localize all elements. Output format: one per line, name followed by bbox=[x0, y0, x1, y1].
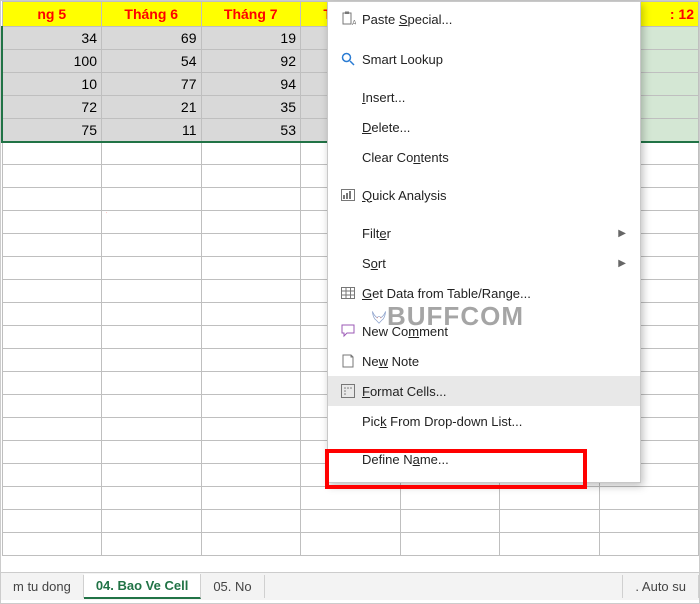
menu-format-cells[interactable]: Format Cells... bbox=[328, 376, 640, 406]
menu-new-comment[interactable]: New Comment bbox=[328, 316, 640, 346]
search-icon bbox=[334, 51, 362, 67]
empty-row[interactable] bbox=[2, 510, 699, 533]
menu-label: Smart Lookup bbox=[362, 52, 626, 67]
sheet-tabs: m tu dong 04. Bao Ve Cell 05. No . Auto … bbox=[1, 572, 699, 600]
menu-label: Quick Analysis bbox=[362, 188, 626, 203]
menu-quick-analysis[interactable]: Quick Analysis bbox=[328, 180, 640, 210]
col-header[interactable]: Tháng 6 bbox=[102, 2, 202, 27]
cell[interactable]: 69 bbox=[102, 27, 202, 50]
menu-define-name[interactable]: Define Name... bbox=[328, 444, 640, 474]
menu-label: Filter bbox=[362, 226, 618, 241]
empty-row[interactable] bbox=[2, 487, 699, 510]
menu-filter[interactable]: Filter ▶ bbox=[328, 218, 640, 248]
menu-label: Delete... bbox=[362, 120, 626, 135]
sheet-tab[interactable]: m tu dong bbox=[1, 575, 84, 598]
comment-icon bbox=[334, 323, 362, 339]
menu-label: Get Data from Table/Range... bbox=[362, 286, 626, 301]
menu-get-data[interactable]: Get Data from Table/Range... bbox=[328, 278, 640, 308]
cell[interactable]: 75 bbox=[2, 119, 102, 142]
cell[interactable]: 21 bbox=[102, 96, 202, 119]
menu-label: Clear Contents bbox=[362, 150, 626, 165]
cell[interactable]: 92 bbox=[201, 50, 301, 73]
chevron-right-icon: ▶ bbox=[618, 258, 626, 269]
cell[interactable]: 100 bbox=[2, 50, 102, 73]
menu-delete[interactable]: Delete... bbox=[328, 112, 640, 142]
context-menu: A Paste Special... Smart Lookup Insert..… bbox=[327, 1, 641, 483]
cell[interactable]: 10 bbox=[2, 73, 102, 96]
cell[interactable]: 19 bbox=[201, 27, 301, 50]
cell[interactable]: 72 bbox=[2, 96, 102, 119]
menu-label: Pick From Drop-down List... bbox=[362, 414, 626, 429]
menu-label: Insert... bbox=[362, 90, 626, 105]
menu-label: Format Cells... bbox=[362, 384, 626, 399]
menu-pick-from-list[interactable]: Pick From Drop-down List... bbox=[328, 406, 640, 436]
note-icon bbox=[334, 353, 362, 369]
col-header[interactable]: ng 5 bbox=[2, 2, 102, 27]
menu-smart-lookup[interactable]: Smart Lookup bbox=[328, 44, 640, 74]
cell[interactable]: 34 bbox=[2, 27, 102, 50]
menu-label: Define Name... bbox=[362, 452, 626, 467]
sheet-tab[interactable]: . Auto su bbox=[622, 575, 699, 598]
cell[interactable]: 54 bbox=[102, 50, 202, 73]
menu-paste-special[interactable]: A Paste Special... bbox=[328, 4, 640, 34]
cell[interactable]: 35 bbox=[201, 96, 301, 119]
menu-new-note[interactable]: New Note bbox=[328, 346, 640, 376]
menu-label: Sort bbox=[362, 256, 618, 271]
chevron-right-icon: ▶ bbox=[618, 228, 626, 239]
sheet-tab-active[interactable]: 04. Bao Ve Cell bbox=[84, 574, 202, 599]
menu-label: New Note bbox=[362, 354, 626, 369]
menu-label: Paste Special... bbox=[362, 12, 626, 27]
empty-row[interactable] bbox=[2, 533, 699, 556]
menu-sort[interactable]: Sort ▶ bbox=[328, 248, 640, 278]
col-header[interactable]: Tháng 7 bbox=[201, 2, 301, 27]
table-icon bbox=[334, 285, 362, 301]
cell[interactable]: 11 bbox=[102, 119, 202, 142]
clipboard-icon: A bbox=[334, 11, 362, 27]
menu-label: New Comment bbox=[362, 324, 626, 339]
sheet-tab[interactable]: 05. No bbox=[201, 575, 264, 598]
cell[interactable]: 53 bbox=[201, 119, 301, 142]
cell[interactable]: 94 bbox=[201, 73, 301, 96]
menu-insert[interactable]: Insert... bbox=[328, 82, 640, 112]
svg-text:A: A bbox=[352, 20, 356, 27]
cell[interactable]: 77 bbox=[102, 73, 202, 96]
menu-clear-contents[interactable]: Clear Contents bbox=[328, 142, 640, 172]
quick-analysis-icon bbox=[334, 187, 362, 203]
format-cells-icon bbox=[334, 383, 362, 399]
